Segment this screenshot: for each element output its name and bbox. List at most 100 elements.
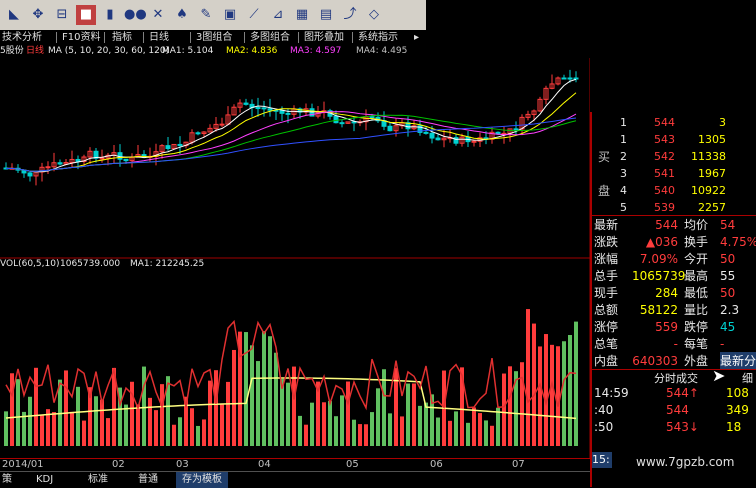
menu-separator bbox=[298, 32, 299, 43]
volume-bar bbox=[448, 420, 452, 446]
menu-multi-chart[interactable]: 多图组合 bbox=[250, 30, 290, 45]
ruler-icon[interactable]: ⊿ bbox=[268, 5, 288, 25]
candle-body bbox=[387, 125, 393, 132]
menu-system[interactable]: 系统指示 bbox=[358, 30, 398, 45]
ma-line bbox=[5, 117, 577, 172]
candle-body bbox=[369, 116, 375, 119]
orderbook-row[interactable]: 3 541 1967 bbox=[592, 165, 756, 182]
volume-bar bbox=[484, 420, 488, 446]
bar-chart-icon[interactable]: ▦ bbox=[292, 5, 312, 25]
volume-bar bbox=[532, 323, 536, 446]
menu-tech-analysis[interactable]: 技术分析 bbox=[2, 30, 42, 45]
quote-label: 涨停 bbox=[594, 320, 619, 334]
tick-time: 14:59 bbox=[594, 386, 629, 400]
tick-row: 14:59 544↑ 108 bbox=[592, 384, 756, 402]
volume-bar bbox=[190, 408, 194, 446]
quote-row: 现手 284 最低 50 bbox=[592, 284, 756, 302]
volume-bar bbox=[544, 334, 548, 446]
menu-more-icon[interactable]: ▸ bbox=[414, 30, 419, 45]
menu-overlay[interactable]: 图形叠加 bbox=[304, 30, 344, 45]
candle-body bbox=[261, 107, 267, 110]
bid-volume: 2257 bbox=[698, 201, 726, 214]
orderbook-row[interactable]: 4 540 10922 bbox=[592, 182, 756, 199]
volume-bar bbox=[256, 361, 260, 446]
candle-body bbox=[561, 77, 567, 80]
volume-bar bbox=[196, 425, 200, 446]
volume-bar bbox=[526, 309, 530, 446]
chart-toggle-icon[interactable]: ▮ bbox=[100, 5, 120, 25]
candle-body bbox=[195, 132, 201, 135]
candle-body bbox=[27, 172, 33, 177]
volume-bar bbox=[178, 417, 182, 446]
quote-row: 总手 1065739 最高 55 bbox=[592, 267, 756, 285]
cross-icon[interactable]: ✕ bbox=[148, 5, 168, 25]
volume-info-bar: VOL(60,5,10) 1065739.000 MA1: 212245.25 bbox=[0, 258, 590, 270]
calendar-icon[interactable]: ▤ bbox=[316, 5, 336, 25]
volume-bar bbox=[388, 413, 392, 446]
menu-daily[interactable]: 日线 bbox=[149, 30, 169, 45]
menu-indicator[interactable]: 指标 bbox=[112, 30, 132, 45]
volume-bar bbox=[34, 367, 38, 446]
draw-icon[interactable]: ✎ bbox=[196, 5, 216, 25]
zoom-out-icon[interactable]: ⊟ bbox=[52, 5, 72, 25]
tab-strategy[interactable]: 策 bbox=[2, 472, 12, 488]
line-tool-icon[interactable]: ⟋ bbox=[244, 5, 264, 25]
bid-price: 542 bbox=[654, 150, 675, 163]
orderbook-row[interactable]: 5 539 2257 bbox=[592, 199, 756, 216]
volume-bar bbox=[130, 381, 134, 446]
orderbook-row[interactable]: 1 544 3 bbox=[592, 114, 756, 131]
ma4-value: MA4: 4.495 bbox=[356, 46, 408, 56]
orderbook-row[interactable]: 1 543 1305 bbox=[592, 131, 756, 148]
menu-f10[interactable]: F10资料 bbox=[62, 30, 100, 45]
quote-row: 最新 544 均价 54 bbox=[592, 216, 756, 234]
quote-label: 内盘 bbox=[594, 354, 619, 368]
tab-kdj[interactable]: KDJ bbox=[36, 472, 53, 488]
menu-3-chart[interactable]: 3图组合 bbox=[196, 30, 232, 45]
volume-bar bbox=[370, 412, 374, 446]
tab-normal[interactable]: 普通 bbox=[138, 472, 158, 488]
volume-bar bbox=[226, 381, 230, 446]
ma-line bbox=[5, 78, 577, 173]
volume-bar bbox=[466, 422, 470, 446]
volume-bar bbox=[496, 407, 500, 446]
analysis-menu: 技术分析 F10资料 指标 日线 3图组合 多图组合 图形叠加 系统指示 ▸ bbox=[0, 30, 426, 45]
volume-bar bbox=[64, 370, 68, 446]
volume-bar bbox=[232, 349, 236, 446]
tab-standard[interactable]: 标准 bbox=[88, 472, 108, 488]
ma-info-bar: 5股份 日线 MA (5, 10, 20, 30, 60, 120) MA1: … bbox=[0, 45, 590, 58]
volume-bar bbox=[16, 379, 20, 446]
record-icon[interactable]: ■ bbox=[76, 5, 96, 25]
arrow-icon[interactable]: ◣ bbox=[4, 5, 24, 25]
candle-body bbox=[177, 143, 183, 147]
candle-body bbox=[471, 140, 477, 143]
tick-row: :40 544 349 bbox=[592, 401, 756, 419]
candle-body bbox=[573, 77, 579, 80]
volume-bar bbox=[520, 362, 524, 446]
ma-params: MA (5, 10, 20, 30, 60, 120) bbox=[48, 46, 170, 56]
bell-icon[interactable]: ♠ bbox=[172, 5, 192, 25]
tab-save-template[interactable]: 存为模板 bbox=[176, 472, 228, 488]
trend-icon[interactable]: ⤴ bbox=[340, 5, 360, 25]
level-number: 4 bbox=[620, 184, 627, 197]
quote-value: 7.09% bbox=[639, 252, 678, 266]
quote-panel: 买 盘 1 544 31 543 1305 2 542 11338 3 541 19… bbox=[590, 112, 756, 487]
candle-body bbox=[267, 108, 273, 111]
volume-bar bbox=[406, 383, 410, 446]
volume-bar bbox=[268, 336, 272, 446]
indicator-icon[interactable]: ●● bbox=[124, 5, 147, 25]
diamond-icon[interactable]: ◇ bbox=[364, 5, 384, 25]
move-icon[interactable]: ✥ bbox=[28, 5, 48, 25]
volume-bar bbox=[310, 402, 314, 446]
quote-value: - bbox=[673, 337, 678, 351]
volume-bar bbox=[412, 383, 416, 446]
bid-volume: 1305 bbox=[698, 133, 726, 146]
orderbook-row[interactable]: 2 542 11338 bbox=[592, 148, 756, 165]
volume-bar bbox=[100, 399, 104, 446]
candle-body bbox=[339, 122, 345, 125]
volume-bar bbox=[250, 345, 254, 446]
quote-row: 总笔 - 每笔 - bbox=[592, 335, 756, 353]
level-number: 2 bbox=[620, 150, 627, 163]
volume-bar bbox=[76, 386, 80, 446]
volume-bar bbox=[40, 414, 44, 446]
picture-icon[interactable]: ▣ bbox=[220, 5, 240, 25]
